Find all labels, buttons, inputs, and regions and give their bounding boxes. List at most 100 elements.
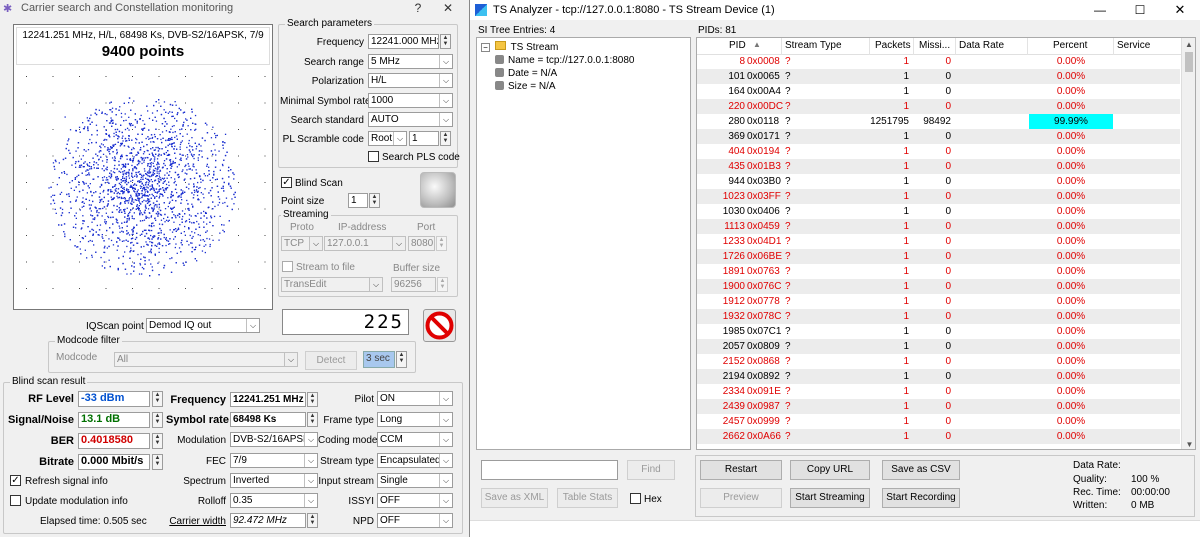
- detect-time-input[interactable]: 3 sec: [363, 351, 395, 368]
- input-stream-select[interactable]: Single ⌵: [377, 473, 453, 488]
- restart-button[interactable]: Restart: [700, 460, 782, 480]
- minimize-icon[interactable]: —: [1080, 3, 1120, 17]
- scroll-down-icon[interactable]: ▼: [1182, 440, 1195, 449]
- table-row[interactable]: 2439 0x0987? 1 0 0.00%: [697, 399, 1180, 414]
- scroll-up-icon[interactable]: ▲: [1182, 38, 1195, 52]
- copy-url-button[interactable]: Copy URL: [790, 460, 870, 480]
- table-row[interactable]: 164 0x00A4? 1 0 0.00%: [697, 84, 1180, 99]
- analyzer-close-icon[interactable]: ✕: [1160, 2, 1200, 18]
- start-streaming-button[interactable]: Start Streaming: [790, 488, 870, 508]
- pids-scrollbar[interactable]: ▲ ▼: [1181, 38, 1195, 449]
- tree-item[interactable]: Size = N/A: [495, 81, 556, 92]
- update-modulation-checkbox[interactable]: [10, 495, 21, 506]
- table-row[interactable]: 1023 0x03FF? 1 0 0.00%: [697, 189, 1180, 204]
- iq-scan-select[interactable]: Demod IQ out ⌵: [146, 318, 260, 333]
- col-pid[interactable]: PID: [729, 40, 746, 51]
- detect-time-spinner[interactable]: ▲ ▼: [396, 351, 407, 368]
- snr-spinner[interactable]: ▲ ▼: [152, 412, 163, 428]
- table-row[interactable]: 404 0x0194? 1 0 0.00%: [697, 144, 1180, 159]
- polarization-select[interactable]: H/L ⌵: [368, 73, 453, 88]
- min-symbol-rate-select[interactable]: 1000 ⌵: [368, 93, 453, 108]
- point-size-spinner[interactable]: ▲ ▼: [369, 193, 380, 208]
- col-stream-type[interactable]: Stream Type: [785, 40, 842, 51]
- grid-dot: [185, 155, 186, 157]
- table-row[interactable]: 1985 0x07C1? 1 0 0.00%: [697, 324, 1180, 339]
- table-row[interactable]: 1233 0x04D1? 1 0 0.00%: [697, 234, 1180, 249]
- table-row[interactable]: 1900 0x076C? 1 0 0.00%: [697, 279, 1180, 294]
- pls-code-input[interactable]: 1: [409, 131, 439, 146]
- table-row[interactable]: 2152 0x0868? 1 0 0.00%: [697, 354, 1180, 369]
- save-as-csv-button[interactable]: Save as CSV: [882, 460, 960, 480]
- table-row[interactable]: 2662 0x0A66? 1 0 0.00%: [697, 429, 1180, 444]
- pls-mode-select[interactable]: Root ⌵: [368, 131, 407, 146]
- stream-type-label: Stream type: [320, 456, 374, 467]
- search-pls-checkbox[interactable]: [368, 151, 379, 162]
- tree-root[interactable]: − TS Stream: [481, 41, 558, 53]
- table-row[interactable]: 2457 0x0999? 1 0 0.00%: [697, 414, 1180, 429]
- start-recording-button[interactable]: Start Recording: [882, 488, 960, 508]
- result-frequency-spinner[interactable]: ▲ ▼: [307, 392, 318, 407]
- help-icon[interactable]: ?: [403, 1, 433, 15]
- col-missing[interactable]: Missi...: [919, 40, 950, 51]
- refresh-signal-checkbox[interactable]: ✓: [10, 475, 21, 486]
- cell-percent: 0.00%: [1056, 101, 1086, 112]
- table-row[interactable]: 1932 0x078C? 1 0 0.00%: [697, 309, 1180, 324]
- issyi-select[interactable]: OFF ⌵: [377, 493, 453, 508]
- rolloff-select[interactable]: 0.35 ⌵: [230, 493, 318, 508]
- cell-stream-type: ?: [785, 251, 791, 262]
- cell-pid-hex: 0x0118: [747, 116, 780, 127]
- table-row[interactable]: 1113 0x0459? 1 0 0.00%: [697, 219, 1180, 234]
- modulation-select[interactable]: DVB-S2/16APSK ⌵: [230, 432, 318, 447]
- cell-stream-type: ?: [785, 416, 791, 427]
- globe-icon[interactable]: [420, 172, 456, 208]
- frequency-spinner[interactable]: ▲ ▼: [440, 34, 451, 49]
- table-row[interactable]: 220 0x00DC? 1 0 0.00%: [697, 99, 1180, 114]
- maximize-icon[interactable]: ☐: [1120, 3, 1160, 17]
- pls-code-spinner[interactable]: ▲ ▼: [440, 131, 451, 146]
- fec-select[interactable]: 7/9 ⌵: [230, 453, 318, 468]
- col-service[interactable]: Service: [1117, 40, 1150, 51]
- pilot-select[interactable]: ON ⌵: [377, 391, 453, 406]
- close-icon[interactable]: ✕: [433, 1, 463, 15]
- tree-item[interactable]: Name = tcp://127.0.0.1:8080: [495, 55, 634, 66]
- scroll-thumb[interactable]: [1185, 52, 1193, 72]
- table-row[interactable]: 2057 0x0809? 1 0 0.00%: [697, 339, 1180, 354]
- search-range-select[interactable]: 5 MHz ⌵: [368, 54, 453, 69]
- ber-spinner[interactable]: ▲ ▼: [152, 433, 163, 449]
- table-row[interactable]: 1030 0x0406? 1 0 0.00%: [697, 204, 1180, 219]
- grid-dot: [26, 155, 27, 157]
- find-input[interactable]: [481, 460, 618, 480]
- table-row[interactable]: 1912 0x0778? 1 0 0.00%: [697, 294, 1180, 309]
- stream-type-select[interactable]: Encapsulated ⌵: [377, 453, 453, 468]
- frame-type-select[interactable]: Long ⌵: [377, 412, 453, 427]
- frequency-input[interactable]: 12241.000 MHz: [368, 34, 439, 49]
- grid-dot: [238, 288, 239, 289]
- col-packets[interactable]: Packets: [875, 40, 911, 51]
- table-row[interactable]: 2194 0x0892? 1 0 0.00%: [697, 369, 1180, 384]
- search-standard-select[interactable]: AUTO ⌵: [368, 112, 453, 127]
- blind-scan-checkbox[interactable]: ✓: [281, 177, 292, 188]
- symbol-rate-spinner[interactable]: ▲ ▼: [307, 412, 318, 427]
- tree-item[interactable]: Date = N/A: [495, 68, 557, 79]
- hex-checkbox[interactable]: [630, 493, 641, 504]
- spectrum-select[interactable]: Inverted ⌵: [230, 473, 318, 488]
- table-row[interactable]: 8 0x0008? 1 0 0.00%: [697, 54, 1180, 69]
- carrier-width-spinner[interactable]: ▲ ▼: [307, 513, 318, 528]
- stop-button[interactable]: [423, 309, 456, 342]
- table-row[interactable]: 944 0x03B0? 1 0 0.00%: [697, 174, 1180, 189]
- table-row[interactable]: 1891 0x0763? 1 0 0.00%: [697, 264, 1180, 279]
- table-row[interactable]: 1726 0x06BE? 1 0 0.00%: [697, 249, 1180, 264]
- table-row[interactable]: 280 0x0118? 1251795 98492 99.99%: [697, 114, 1180, 129]
- rf-level-spinner[interactable]: ▲ ▼: [152, 391, 163, 407]
- collapse-icon[interactable]: −: [481, 43, 490, 52]
- col-data-rate[interactable]: Data Rate: [959, 40, 1004, 51]
- table-row[interactable]: 101 0x0065? 1 0 0.00%: [697, 69, 1180, 84]
- bitrate-spinner[interactable]: ▲ ▼: [152, 454, 163, 470]
- table-row[interactable]: 2334 0x091E? 1 0 0.00%: [697, 384, 1180, 399]
- table-row[interactable]: 369 0x0171? 1 0 0.00%: [697, 129, 1180, 144]
- col-percent[interactable]: Percent: [1053, 40, 1087, 51]
- npd-select[interactable]: OFF ⌵: [377, 513, 453, 528]
- point-size-input[interactable]: 1: [348, 193, 368, 208]
- coding-mode-select[interactable]: CCM ⌵: [377, 432, 453, 447]
- table-row[interactable]: 435 0x01B3? 1 0 0.00%: [697, 159, 1180, 174]
